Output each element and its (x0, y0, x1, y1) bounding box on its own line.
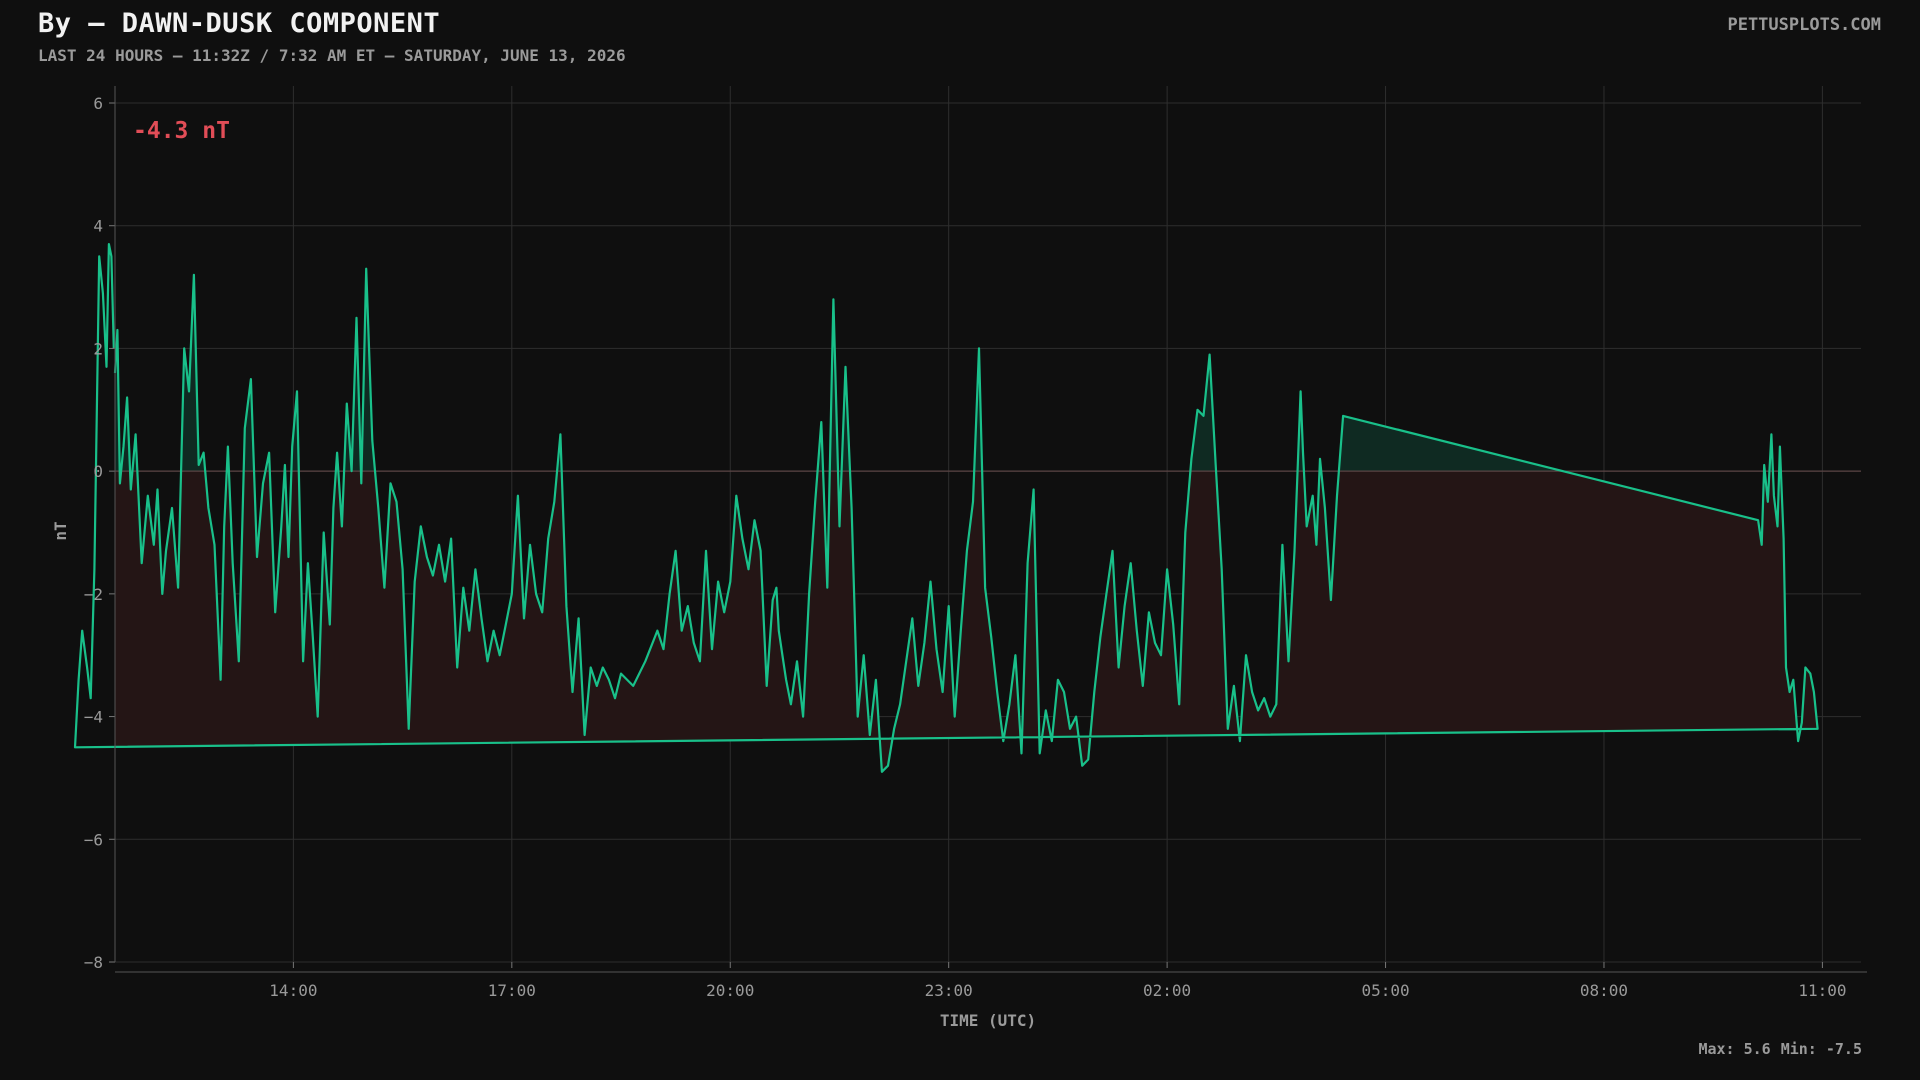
y-tick-label: 2 (93, 339, 103, 358)
x-tick-label: 11:00 (1798, 981, 1846, 1000)
y-tick-label: 4 (93, 217, 103, 236)
dawn-dusk-chart: 6 4 2 0 −2 −4 −6 −8 14:00 17:00 20:00 23:00 02:00 05:… (51, 86, 1867, 1030)
y-tick-label: 0 (93, 462, 103, 481)
negative-area-fill (115, 471, 1818, 772)
y-tick-label: 6 (93, 94, 103, 113)
min-value: Min: -7.5 (1780, 1040, 1862, 1058)
x-tick-label: 02:00 (1143, 981, 1191, 1000)
y-axis-label: nT (51, 521, 70, 540)
x-tick-label: 14:00 (269, 981, 317, 1000)
current-value-label: -4.3 nT (133, 118, 230, 144)
x-tick-label: 08:00 (1580, 981, 1628, 1000)
x-tick-label: 05:00 (1361, 981, 1409, 1000)
chart-fills (115, 268, 1818, 772)
y-tick-label: −6 (84, 830, 103, 849)
y-tick-label: −4 (84, 708, 103, 727)
x-tick-label: 23:00 (925, 981, 973, 1000)
x-tick-label: 20:00 (706, 981, 754, 1000)
y-tick-label: −2 (84, 585, 103, 604)
y-tick-label: −8 (84, 953, 103, 972)
x-axis-label: TIME (UTC) (940, 1011, 1036, 1030)
x-tick-label: 17:00 (488, 981, 536, 1000)
max-value: Max: 5.6 (1698, 1040, 1771, 1058)
stats-readout: Max: 5.6 Min: -7.5 (1688, 1040, 1862, 1058)
